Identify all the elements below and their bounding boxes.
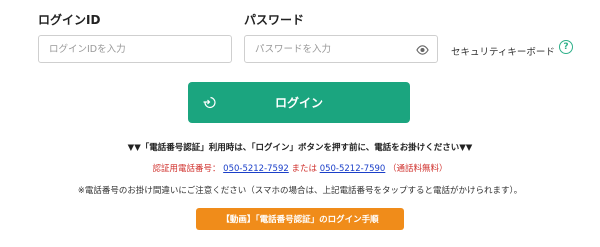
phone-link-1[interactable]: 050-5212-7592 <box>223 164 289 174</box>
eye-icon[interactable] <box>416 44 429 56</box>
password-field[interactable] <box>244 35 438 63</box>
help-icon[interactable]: ? <box>559 40 573 54</box>
login-id-label: ログインID <box>38 13 101 27</box>
login-button-label: ログイン <box>274 96 323 110</box>
auth-phone-prefix: 認証用電話番号： <box>152 164 221 174</box>
phone-auth-notice: ▼▼「電話番号認証」利用時は、「ログイン」ボタンを押す前に、電話をお掛けください… <box>127 143 473 153</box>
login-id-field[interactable] <box>38 35 232 63</box>
auth-phone-numbers: 認証用電話番号： 050-5212-7592 または 050-5212-7590… <box>0 162 600 174</box>
video-guide-button[interactable]: 【動画】「電話番号認証」のログイン手順 <box>196 208 404 230</box>
security-keyboard-link[interactable]: セキュリティキーボード <box>451 44 555 58</box>
dialing-caution-notice: ※電話番号のお掛け間違いにご注意ください（スマホの場合は、上記電話番号をタップす… <box>77 186 523 196</box>
password-input[interactable] <box>245 36 437 62</box>
phone-link-2[interactable]: 050-5212-7590 <box>320 164 386 174</box>
login-id-input[interactable] <box>39 36 231 62</box>
auth-phone-or: または <box>291 164 317 174</box>
password-label: パスワード <box>244 13 305 27</box>
auth-phone-suffix: （通話料無料） <box>388 164 448 174</box>
login-button[interactable]: ログイン <box>188 82 410 123</box>
